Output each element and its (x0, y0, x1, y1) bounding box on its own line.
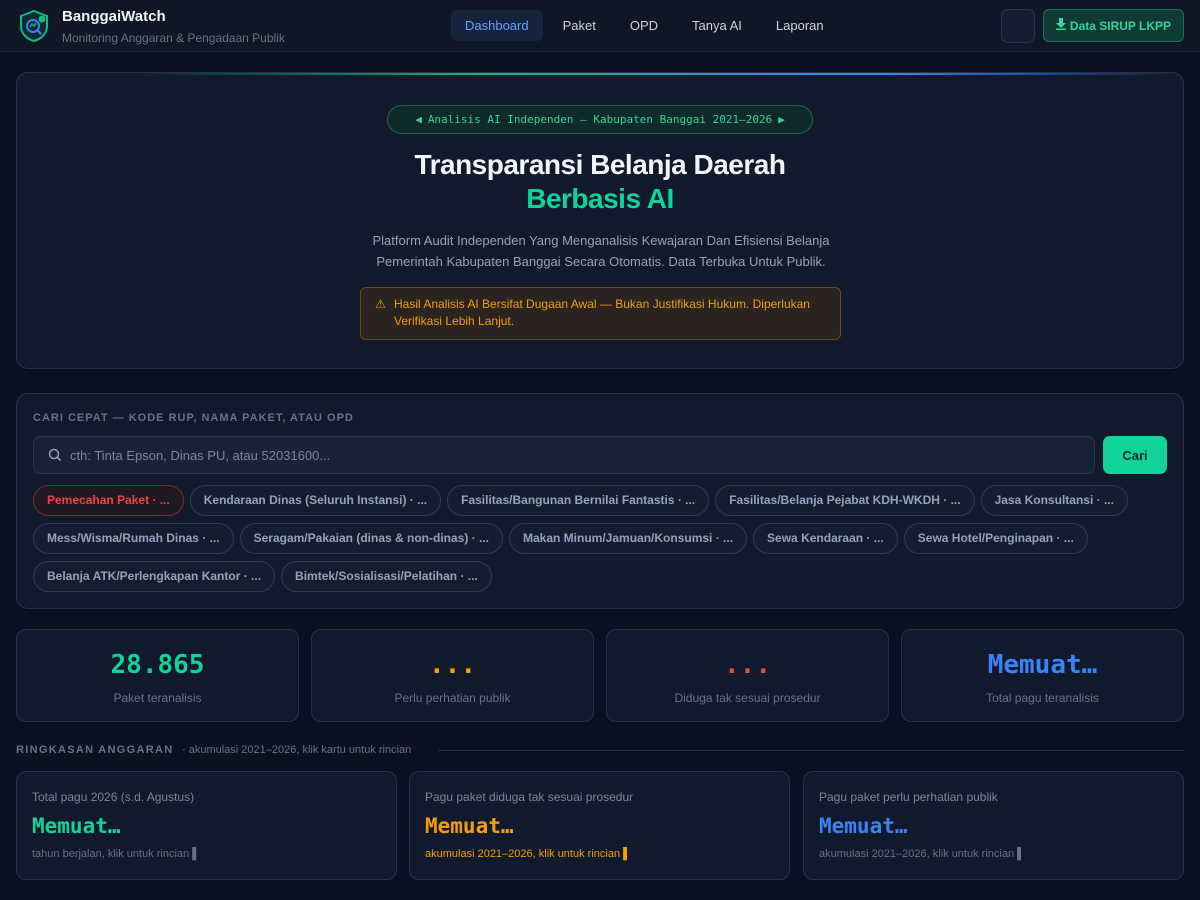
chip-belanja-atk[interactable]: Belanja ATK/Perlengkapan Kantor · ... (33, 561, 276, 592)
quick-search-section: CARI CEPAT — KODE RUP, NAMA PAKET, ATAU … (16, 393, 1184, 609)
summary-card-label: Pagu paket diduga tak sesuai prosedur (425, 790, 634, 804)
hero-title-accent: Berbasis AI (526, 183, 674, 214)
hero-badge-text: Analisis AI Independen — Kabupaten Bangg… (427, 113, 773, 126)
shield-logo-icon[interactable] (18, 9, 50, 43)
stat-label: Perlu perhatian publik (394, 691, 511, 705)
section-subtitle: · akumulasi 2021–2026, klik kartu untuk … (182, 744, 412, 756)
hero-section: ◀ Analisis AI Independen — Kabupaten Ban… (16, 72, 1184, 369)
filter-chips-row-1: Pemecahan Paket · ... Kendaraan Dinas (S… (33, 485, 1128, 516)
stat-paket-teranalisis[interactable]: 28.865 Paket teranalisis (16, 629, 299, 722)
summary-card-value: Memuat… (32, 814, 121, 838)
filter-chips-row-3: Belanja ATK/Perlengkapan Kantor · ... Bi… (33, 561, 492, 592)
chip-sewa-kendaraan[interactable]: Sewa Kendaraan · ... (753, 523, 898, 554)
nav-tanya-ai[interactable]: Tanya AI (678, 10, 756, 41)
nav-laporan[interactable]: Laporan (762, 10, 838, 41)
summary-card-tak-sesuai-prosedur[interactable]: Pagu paket diduga tak sesuai prosedur Me… (409, 771, 790, 880)
nav-opd[interactable]: OPD (616, 10, 672, 41)
top-navbar: BanggaiWatch Monitoring Anggaran & Penga… (0, 0, 1200, 52)
budget-summary-heading: RINGKASAN ANGGARAN · akumulasi 2021–2026… (16, 743, 1184, 757)
summary-card-note: tahun berjalan, klik untuk rincian ▌ (32, 848, 200, 860)
triangle-left-icon: ◀ (415, 113, 422, 126)
stat-value: Memuat… (987, 650, 1098, 680)
filter-chips-row-2: Mess/Wisma/Rumah Dinas · ... Seragam/Pak… (33, 523, 1088, 554)
chip-fasilitas-pejabat[interactable]: Fasilitas/Belanja Pejabat KDH-WKDH · ... (715, 485, 975, 516)
stat-label: Paket teranalisis (113, 691, 202, 705)
stat-perlu-perhatian[interactable]: ... Perlu perhatian publik (311, 629, 594, 722)
summary-card-label: Total pagu 2026 (s.d. Agustus) (32, 790, 195, 804)
section-title: RINGKASAN ANGGARAN (16, 744, 174, 756)
summary-card-label: Pagu paket perlu perhatian publik (819, 790, 998, 804)
stat-label: Total pagu teranalisis (986, 691, 1099, 705)
search-box (33, 436, 1095, 474)
summary-card-perlu-perhatian[interactable]: Pagu paket perlu perhatian publik Memuat… (803, 771, 1184, 880)
section-divider (438, 750, 1184, 751)
nav-dashboard[interactable]: Dashboard (451, 10, 543, 41)
stat-value: 28.865 (110, 650, 205, 680)
chip-fasilitas-bangunan[interactable]: Fasilitas/Bangunan Bernilai Fantastis · … (447, 485, 710, 516)
download-icon (1055, 18, 1066, 33)
stat-total-pagu[interactable]: Memuat… Total pagu teranalisis (901, 629, 1184, 722)
stat-tak-sesuai-prosedur[interactable]: ... Diduga tak sesuai prosedur (606, 629, 889, 722)
ai-disclaimer: ⚠ Hasil Analisis AI Bersifat Dugaan Awal… (360, 287, 841, 340)
quick-search-label: CARI CEPAT — KODE RUP, NAMA PAKET, ATAU … (33, 412, 354, 424)
summary-card-note: akumulasi 2021–2026, klik untuk rincian … (425, 848, 631, 860)
summary-card-value: Memuat… (425, 814, 514, 838)
hero-badge: ◀ Analisis AI Independen — Kabupaten Ban… (387, 105, 813, 134)
chip-jasa-konsultansi[interactable]: Jasa Konsultansi · ... (980, 485, 1128, 516)
search-button[interactable]: Cari (1103, 436, 1167, 474)
stat-label: Diduga tak sesuai prosedur (674, 691, 821, 705)
brand-title: BanggaiWatch (62, 8, 166, 25)
triangle-right-icon: ▶ (778, 113, 785, 126)
data-sirup-button[interactable]: Data SIRUP LKPP (1043, 9, 1184, 42)
summary-card-note: akumulasi 2021–2026, klik untuk rincian … (819, 848, 1025, 860)
stat-value: ... (429, 650, 476, 680)
summary-card-total-pagu-2026[interactable]: Total pagu 2026 (s.d. Agustus) Memuat… t… (16, 771, 397, 880)
chip-makan-minum[interactable]: Makan Minum/Jamuan/Konsumsi · ... (509, 523, 748, 554)
hero-title: Transparansi Belanja Daerah (414, 149, 786, 180)
search-icon (48, 448, 62, 462)
search-input[interactable] (70, 437, 1080, 473)
warning-icon: ⚠ (375, 297, 386, 311)
ai-disclaimer-text: Hasil Analisis AI Bersifat Dugaan Awal —… (394, 297, 810, 328)
summary-card-value: Memuat… (819, 814, 908, 838)
brand-subtitle: Monitoring Anggaran & Pengadaan Publik (62, 31, 285, 45)
chip-mess-wisma[interactable]: Mess/Wisma/Rumah Dinas · ... (33, 523, 234, 554)
hero-accent-line (17, 73, 1183, 75)
data-sirup-label: Data SIRUP LKPP (1069, 18, 1172, 33)
theme-toggle-button[interactable] (1001, 9, 1035, 43)
chip-pemecahan-paket[interactable]: Pemecahan Paket · ... (33, 485, 184, 516)
stat-value: ... (724, 650, 771, 680)
nav-paket[interactable]: Paket (549, 10, 610, 41)
hero-description: Platform Audit Independen Yang Menganali… (372, 233, 830, 269)
chip-bimtek[interactable]: Bimtek/Sosialisasi/Pelatihan · ... (281, 561, 492, 592)
main-nav: Dashboard Paket OPD Tanya AI Laporan (451, 10, 838, 41)
chip-sewa-hotel[interactable]: Sewa Hotel/Penginapan · ... (903, 523, 1088, 554)
chip-seragam[interactable]: Seragam/Pakaian (dinas & non-dinas) · ..… (239, 523, 503, 554)
chip-kendaraan-dinas[interactable]: Kendaraan Dinas (Seluruh Instansi) · ... (189, 485, 442, 516)
